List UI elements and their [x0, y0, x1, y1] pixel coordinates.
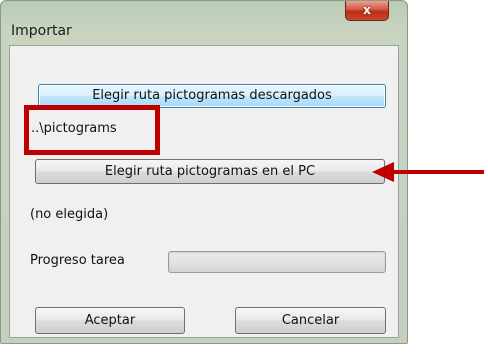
import-dialog: Importar x Elegir ruta pictogramas desca…	[0, 0, 408, 344]
choose-pc-path-label: Elegir ruta pictogramas en el PC	[104, 164, 316, 179]
progress-label: Progreso tarea	[30, 253, 125, 268]
close-icon: x	[363, 3, 371, 17]
cancel-button-label: Cancelar	[281, 313, 340, 328]
accept-button-label: Aceptar	[84, 313, 136, 328]
task-progress-bar	[168, 251, 386, 273]
path-highlight-box	[24, 105, 160, 155]
close-button[interactable]: x	[345, 1, 389, 21]
dialog-body: Elegir ruta pictogramas descargados ..\p…	[9, 45, 399, 338]
title-bar[interactable]: Importar x	[1, 1, 407, 47]
accept-button[interactable]: Aceptar	[35, 307, 185, 334]
dialog-title: Importar	[11, 23, 72, 39]
choose-pc-path-button[interactable]: Elegir ruta pictogramas en el PC	[35, 159, 385, 184]
pointer-arrow-icon	[372, 162, 484, 182]
choose-downloaded-path-label: Elegir ruta pictogramas descargados	[92, 88, 332, 103]
pc-path-text: (no elegida)	[30, 207, 109, 222]
cancel-button[interactable]: Cancelar	[235, 307, 386, 334]
